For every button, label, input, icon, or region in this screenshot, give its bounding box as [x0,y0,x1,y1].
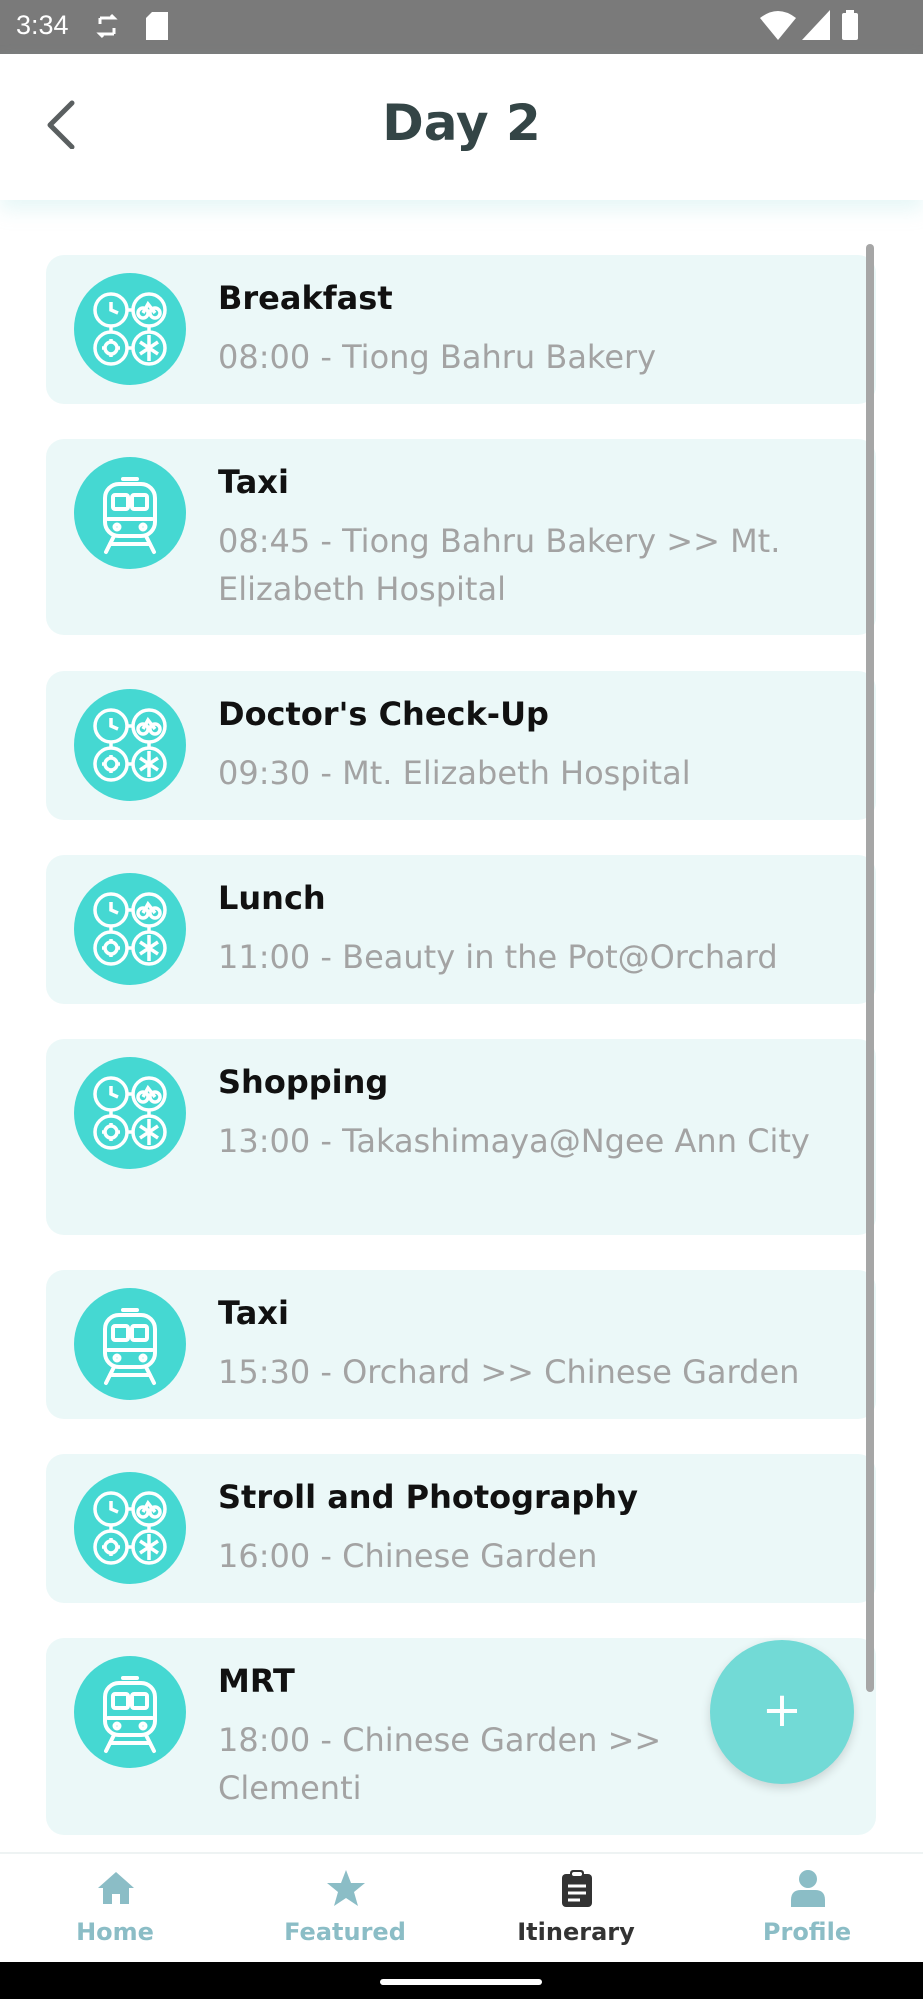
item-subtitle: 08:00 - Tiong Bahru Bakery [218,338,657,376]
tab-label: Home [76,1918,154,1946]
item-title: Doctor's Check-Up [218,695,549,733]
status-time: 3:34 [16,10,69,40]
itinerary-list[interactable]: Breakfast 08:00 - Tiong Bahru Bakery Tax… [0,200,923,1852]
tab-label: Profile [762,1918,852,1946]
tab-itinerary[interactable]: Itinerary [461,1854,691,1964]
tab-profile[interactable]: Profile [692,1854,922,1964]
activity-icon [74,1057,186,1169]
item-title: Taxi [218,463,289,501]
itinerary-item[interactable]: Taxi 08:45 - Tiong Bahru Bakery >> Mt. E… [46,439,876,635]
item-subtitle: 08:45 - Tiong Bahru Bakery >> Mt. Elizab… [218,522,781,608]
tab-label: Featured [284,1918,406,1946]
activity-icon [74,873,186,985]
itinerary-item[interactable]: Shopping 13:00 - Takashimaya@Ngee Ann Ci… [46,1039,876,1235]
itinerary-item[interactable]: Breakfast 08:00 - Tiong Bahru Bakery [46,255,876,404]
clipboard-icon [562,1870,592,1907]
wifi-icon [760,11,796,40]
item-subtitle: 09:30 - Mt. Elizabeth Hospital [218,754,691,792]
app-header: Day 2 [0,54,923,200]
item-subtitle: 13:00 - Takashimaya@Ngee Ann City [218,1122,810,1160]
sd-card-icon [146,12,168,40]
bottom-nav: Home Featured Itinerary Profile [0,1852,923,1964]
itinerary-item[interactable]: Taxi 15:30 - Orchard >> Chinese Garden [46,1270,876,1419]
item-subtitle: 16:00 - Chinese Garden [218,1537,598,1575]
add-item-button[interactable]: + [710,1640,854,1784]
battery-icon [842,10,858,40]
scrollbar[interactable] [866,244,874,1692]
train-icon [74,457,186,569]
itinerary-item[interactable]: Lunch 11:00 - Beauty in the Pot@Orchard [46,855,876,1004]
system-nav-bar [0,1962,923,1999]
item-title: Breakfast [218,279,393,317]
item-title: Taxi [218,1294,289,1332]
activity-icon [74,1472,186,1584]
item-title: Shopping [218,1063,389,1101]
item-title: MRT [218,1662,295,1700]
item-subtitle: 15:30 - Orchard >> Chinese Garden [218,1353,800,1391]
item-title: Stroll and Photography [218,1478,638,1516]
page-title: Day 2 [382,94,541,152]
activity-icon [74,273,186,385]
sync-icon [96,13,118,39]
tab-home[interactable]: Home [0,1854,230,1964]
signal-icon [802,10,830,40]
home-gesture-handle[interactable] [380,1979,542,1985]
tab-featured[interactable]: Featured [230,1854,460,1964]
tab-label: Itinerary [517,1918,635,1946]
activity-icon [74,689,186,801]
star-icon [327,1870,365,1906]
item-subtitle: 11:00 - Beauty in the Pot@Orchard [218,938,778,976]
item-subtitle: 18:00 - Chinese Garden >> Clementi [218,1721,662,1807]
home-icon [98,1872,134,1904]
person-icon [791,1870,825,1907]
item-title: Lunch [218,879,326,917]
itinerary-item[interactable]: Stroll and Photography 16:00 - Chinese G… [46,1454,876,1603]
train-icon [74,1288,186,1400]
train-icon [74,1656,186,1768]
itinerary-item[interactable]: Doctor's Check-Up 09:30 - Mt. Elizabeth … [46,671,876,820]
status-bar: 3:34 [0,0,923,54]
